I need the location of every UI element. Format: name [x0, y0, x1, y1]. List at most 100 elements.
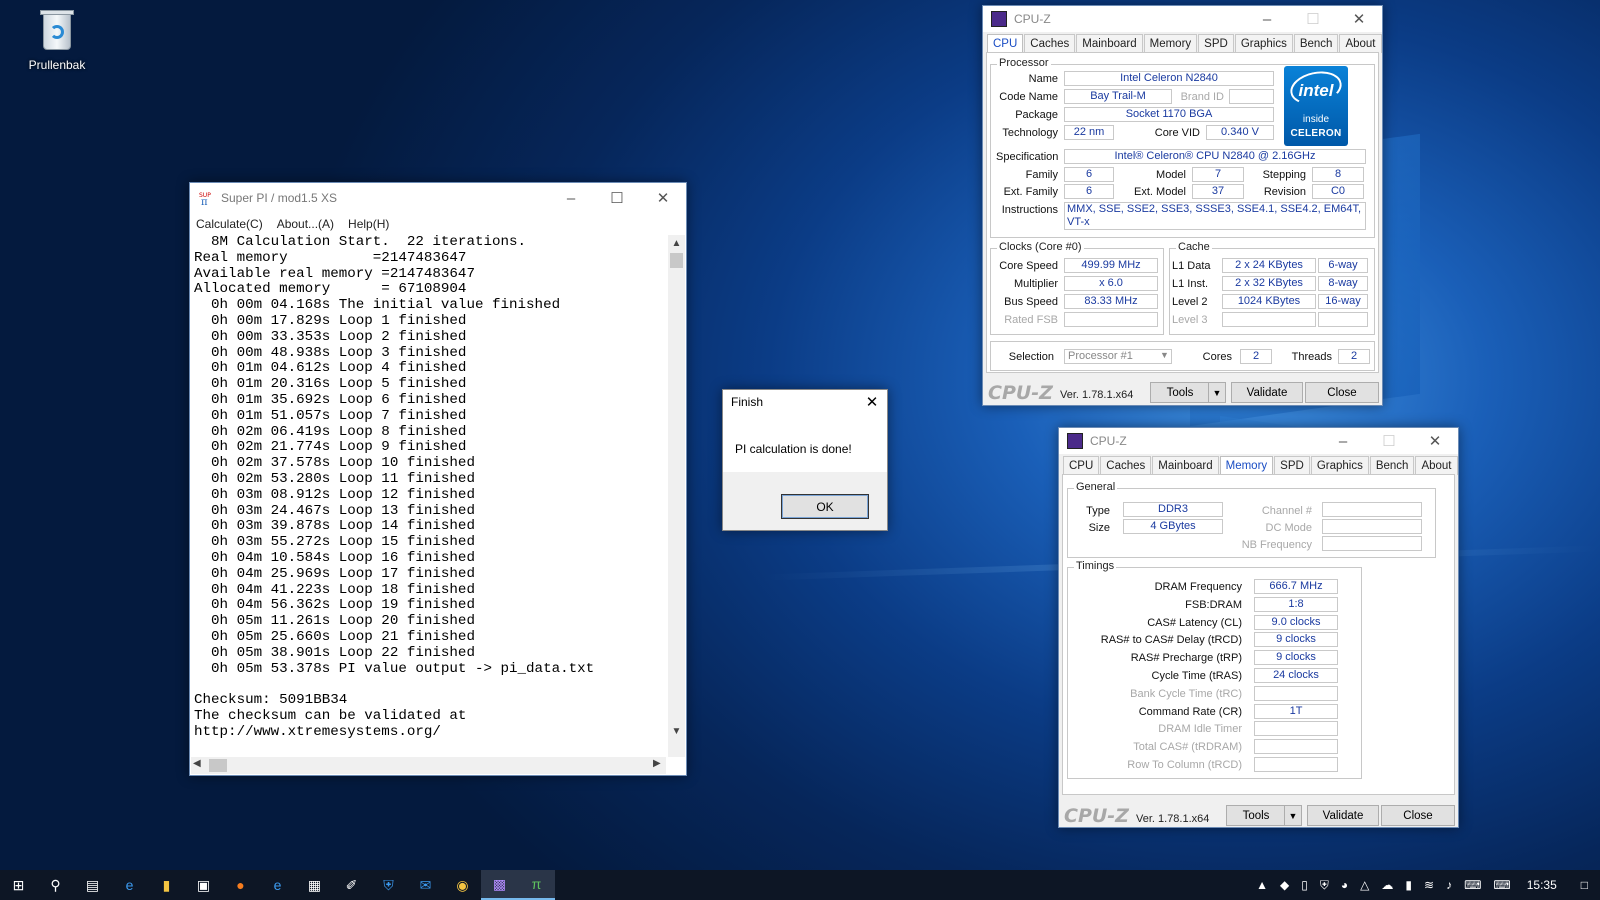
tab-bench[interactable]: Bench [1293, 34, 1339, 53]
log-line: 0h 02m 06.419s Loop 8 finished [194, 423, 467, 440]
superpi-icon[interactable]: π [518, 870, 555, 900]
close-button[interactable]: ✕ [640, 183, 686, 213]
tab-bench[interactable]: Bench [1369, 456, 1415, 475]
log-line: 0h 00m 04.168s The initial value finishe… [194, 297, 561, 314]
cpuz-icon[interactable]: ▩ [481, 870, 518, 900]
menu-calculate[interactable]: Calculate(C) [196, 217, 263, 231]
edge-icon[interactable]: e [111, 870, 148, 900]
timing-value: 666.7 MHz [1254, 579, 1338, 594]
threads-label: Threads [1291, 351, 1332, 363]
minimize-button[interactable]: – [1244, 4, 1290, 34]
timing-label: FSB:DRAM [1185, 598, 1242, 611]
superpi-output-log[interactable]: 8M Calculation Start. 22 iterations. Real… [192, 235, 662, 757]
outlook-icon[interactable]: ✉ [407, 870, 444, 900]
chevron-down-icon[interactable]: ▼ [1160, 350, 1169, 360]
dcmode-label: DC Mode [1265, 522, 1312, 534]
clock[interactable]: 15:35 [1527, 878, 1557, 892]
tools-dropdown-icon[interactable]: ▼ [1208, 382, 1226, 403]
language-icon[interactable]: ⌨ [1464, 878, 1481, 892]
l1inst-value: 2 x 32 KBytes [1222, 276, 1316, 291]
tab-mainboard[interactable]: Mainboard [1152, 456, 1219, 475]
vertical-scrollbar[interactable]: ▲ ▼ [668, 235, 685, 757]
defender-icon[interactable]: ⛨ [1320, 878, 1329, 893]
cloud-icon[interactable]: ☁ [1381, 878, 1393, 892]
cpuz-logo: CPU-Z [988, 382, 1053, 404]
volume-icon[interactable]: ♪ [1446, 878, 1452, 892]
calculator-icon[interactable]: ▦ [296, 870, 333, 900]
log-line: 0h 01m 20.316s Loop 5 finished [194, 376, 467, 393]
menu-help[interactable]: Help(H) [348, 217, 389, 231]
horizontal-scrollbar[interactable]: ◀ ▶ [191, 757, 666, 774]
close-button[interactable]: ✕ [1336, 4, 1382, 34]
close-button[interactable]: ✕ [1412, 426, 1458, 456]
close-cpuz-button[interactable]: Close [1305, 382, 1379, 403]
tab-caches[interactable]: Caches [1024, 34, 1076, 53]
windows-icon[interactable]: ⊞ [0, 870, 37, 900]
scroll-right-icon[interactable]: ▶ [653, 758, 661, 769]
sync-icon[interactable]: ◕ [1341, 878, 1348, 892]
search-icon[interactable]: ⚲ [37, 870, 74, 900]
tab-mainboard[interactable]: Mainboard [1076, 34, 1143, 53]
store-icon[interactable]: ▣ [185, 870, 222, 900]
scroll-down-icon[interactable]: ▼ [668, 723, 685, 740]
close-cpuz-button[interactable]: Close [1381, 805, 1455, 826]
keyboard-icon[interactable]: ⌨ [1493, 878, 1510, 892]
paint-icon[interactable]: ✐ [333, 870, 370, 900]
file-explorer-icon[interactable]: ▮ [148, 870, 185, 900]
processor-select[interactable]: Processor #1 [1064, 349, 1172, 364]
notification-icon[interactable]: □ [1581, 878, 1588, 892]
tab-about[interactable]: About [1415, 456, 1458, 475]
wifi-icon[interactable]: ≋ [1424, 878, 1434, 892]
scroll-left-icon[interactable]: ◀ [193, 758, 201, 769]
firefox-icon[interactable]: ● [222, 870, 259, 900]
drive-icon[interactable]: △ [1360, 878, 1369, 892]
tab-caches[interactable]: Caches [1100, 456, 1152, 475]
task-view-icon[interactable]: ▤ [74, 870, 111, 900]
tab-spd[interactable]: SPD [1274, 456, 1310, 475]
tab-cpu[interactable]: CPU [987, 34, 1024, 53]
ratedfsb-label: Rated FSB [1004, 314, 1058, 326]
cores-label: Cores [1202, 351, 1232, 363]
superpi-titlebar[interactable]: SUP π Super PI / mod1.5 XS – ☐ ✕ [190, 183, 686, 213]
cpuz-titlebar[interactable]: CPU-Z – ☐ ✕ [1059, 428, 1458, 454]
tab-memory[interactable]: Memory [1219, 456, 1274, 475]
chrome-icon[interactable]: ◉ [444, 870, 481, 900]
usb-icon[interactable]: ▯ [1301, 878, 1308, 892]
network-icon[interactable]: ▲ [1256, 878, 1268, 892]
cpuz-version: Ver. 1.78.1.x64 [1060, 389, 1134, 401]
battery-icon[interactable]: ▮ [1405, 878, 1412, 892]
tab-spd[interactable]: SPD [1198, 34, 1234, 53]
tab-memory[interactable]: Memory [1143, 34, 1198, 53]
menu-about[interactable]: About...(A) [277, 217, 334, 231]
model-label: Model [1156, 169, 1186, 181]
dropbox-icon[interactable]: ◆ [1280, 878, 1289, 892]
tab-cpu[interactable]: CPU [1063, 456, 1100, 475]
tab-about[interactable]: About [1339, 34, 1382, 53]
scroll-up-icon[interactable]: ▲ [668, 235, 685, 252]
maximize-button[interactable]: ☐ [594, 183, 640, 213]
security-icon[interactable]: ⛨ [370, 870, 407, 900]
tab-graphics[interactable]: Graphics [1310, 456, 1369, 475]
ie-icon[interactable]: e [259, 870, 296, 900]
tab-graphics[interactable]: Graphics [1234, 34, 1293, 53]
tools-button[interactable]: Tools [1226, 805, 1286, 826]
tools-dropdown-icon[interactable]: ▼ [1284, 805, 1302, 826]
recycle-bin-desktop-icon[interactable]: Prullenbak [22, 8, 92, 72]
log-line: Available real memory =2147483647 [194, 265, 475, 282]
minimize-button[interactable]: – [1320, 426, 1366, 456]
validate-button[interactable]: Validate [1231, 382, 1303, 403]
minimize-button[interactable]: – [548, 183, 594, 213]
log-line: 0h 01m 51.057s Loop 7 finished [194, 407, 467, 424]
ok-button[interactable]: OK [781, 494, 869, 519]
scrollbar-thumb[interactable] [670, 253, 683, 268]
validate-button[interactable]: Validate [1307, 805, 1379, 826]
revision-value: C0 [1312, 184, 1364, 199]
cpuz-titlebar[interactable]: CPU-Z – ☐ ✕ [983, 6, 1382, 32]
finish-titlebar[interactable]: Finish ✕ [723, 390, 887, 414]
log-line: 0h 02m 53.280s Loop 11 finished [194, 470, 475, 487]
close-button[interactable]: ✕ [857, 390, 887, 414]
scrollbar-thumb[interactable] [209, 759, 227, 772]
tools-button[interactable]: Tools [1150, 382, 1210, 403]
general-group-title: General [1074, 481, 1118, 493]
log-line: 0h 02m 21.774s Loop 9 finished [194, 439, 467, 456]
